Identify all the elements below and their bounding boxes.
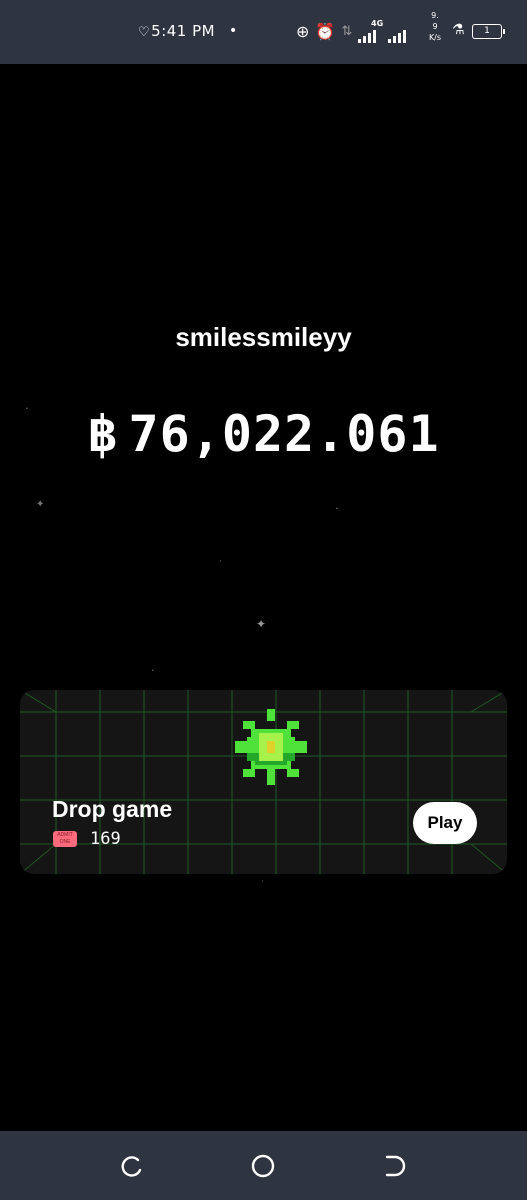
network-speed: 9. 9 K/s [428,11,442,42]
ticket-count: 169 [90,829,121,849]
game-title: Drop game [52,796,173,822]
play-button[interactable]: Play [413,802,477,844]
star-icon: • [152,668,154,674]
signal-icon [358,27,377,43]
recents-icon[interactable] [119,1152,147,1180]
username: smilessmileyy [175,322,352,352]
status-icons: ⊕ ⏰ ⇅ [296,18,407,46]
balance-display: ฿ 76,022.061 [0,405,527,463]
ticket-icon: ADMIT ONE [53,831,77,847]
star-icon: • [336,506,338,512]
home-icon[interactable] [249,1152,277,1180]
data-saver-icon: ⊕ [296,22,310,41]
flask-icon: ⚗ [452,22,465,38]
back-icon[interactable] [381,1152,409,1180]
star-icon: • [262,878,264,883]
signal-icon [388,27,407,43]
notification-dot: • [229,23,238,39]
status-time: ♡5:41 PM [138,22,215,40]
drop-game-card[interactable]: Drop game ADMIT ONE 169 Play [20,690,507,874]
heart-icon: ♡ [138,25,151,40]
star-icon: • [220,558,222,563]
time-text: 5:41 PM [151,22,216,40]
status-bar: ♡5:41 PM • ⊕ ⏰ ⇅ 4G 9. 9 K/s ⚗ 1 [0,0,527,64]
gem-icon [235,709,307,785]
data-arrows-icon: ⇅ [341,24,353,39]
currency-icon: ฿ [87,405,119,463]
star-icon: ✦ [36,499,45,510]
alarm-icon: ⏰ [315,22,336,41]
balance-amount: 76,022.061 [128,405,440,463]
network-type: 4G [371,19,384,28]
navigation-bar [0,1131,527,1200]
star-icon: ✦ [256,617,267,631]
battery-icon: 1 [472,24,505,39]
